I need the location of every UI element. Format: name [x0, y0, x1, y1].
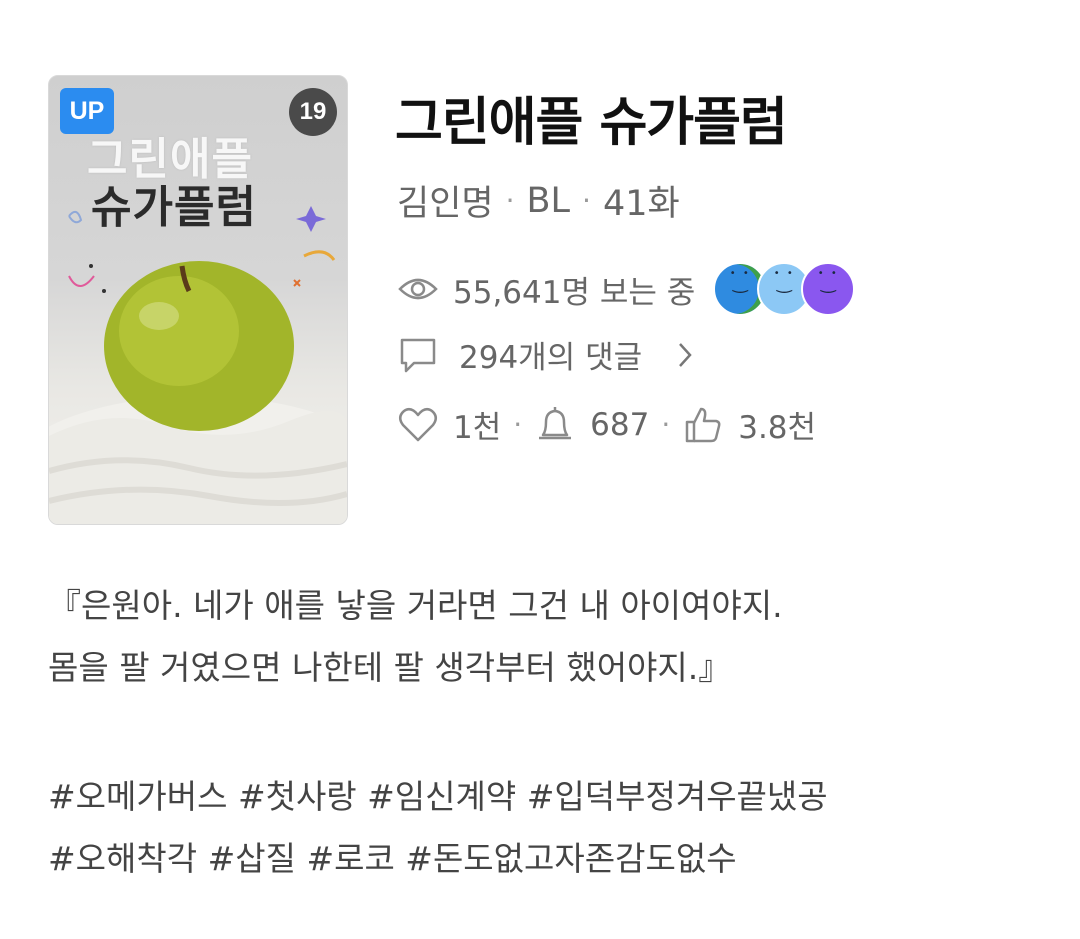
comments-row[interactable]: 294개의 댓글 [397, 332, 706, 377]
subscription-count: 687 [590, 406, 650, 443]
separator-dot: · [661, 408, 671, 441]
separator-dot: · [513, 408, 523, 441]
viewer-count: 55,641명 보는 중 [453, 274, 696, 311]
cover-title: 그린애플 슈가플럼 [87, 134, 327, 234]
cover-title-line2: 슈가플럼 [91, 182, 257, 234]
comment-count[interactable]: 294개의 댓글 [459, 332, 642, 377]
chevron-right-icon[interactable] [664, 334, 706, 376]
bell-icon[interactable] [534, 404, 576, 446]
separator-dot: · [582, 184, 591, 217]
synopsis: 『은원아. 네가 애를 낳을 거라면 그건 내 아이여야지. 몸을 팔 거였으면… [48, 575, 1038, 699]
age-rating-badge: 19 [289, 88, 337, 136]
avatar [801, 262, 856, 316]
separator-dot: · [505, 184, 515, 217]
heart-icon[interactable] [397, 404, 439, 446]
update-badge: UP [60, 88, 114, 134]
viewers-row: 55,641명 보는 중 [397, 262, 856, 316]
hashtag-line[interactable]: #오해착각 #삽질 #로코 #돈도없고자존감도없수 [48, 828, 1038, 890]
recommendation-count: 3.8천 [738, 410, 817, 446]
viewer-avatars [713, 262, 856, 316]
work-meta: 김인명 · BL · 41화 [397, 175, 680, 226]
cover-title-line1: 그린애플 [87, 134, 253, 185]
like-count: 1천 [453, 410, 502, 446]
synopsis-line: 『은원아. 네가 애를 낳을 거라면 그건 내 아이여야지. [48, 586, 783, 625]
genre-label: BL [526, 180, 571, 221]
author-link[interactable]: 김인명 [397, 175, 494, 226]
eye-icon [397, 268, 439, 310]
synopsis-line: 몸을 팔 거였으면 나한테 팔 생각부터 했어야지.』 [48, 648, 732, 687]
hashtag-line[interactable]: #오메가버스 #첫사랑 #임신계약 #입덕부정겨우끝냈공 [48, 766, 1038, 828]
thumbs-up-icon[interactable] [682, 404, 724, 446]
comment-icon [397, 334, 439, 376]
work-title: 그린애플 슈가플럼 [395, 93, 788, 153]
hashtags: #오메가버스 #첫사랑 #임신계약 #입덕부정겨우끝냈공 #오해착각 #삽질 #… [48, 766, 1038, 890]
episode-count: 41화 [602, 184, 680, 224]
reactions-row: 1천 · 687 · 3.8천 [397, 402, 816, 447]
cover-image[interactable]: 그린애플 슈가플럼 UP 19 [48, 75, 348, 525]
